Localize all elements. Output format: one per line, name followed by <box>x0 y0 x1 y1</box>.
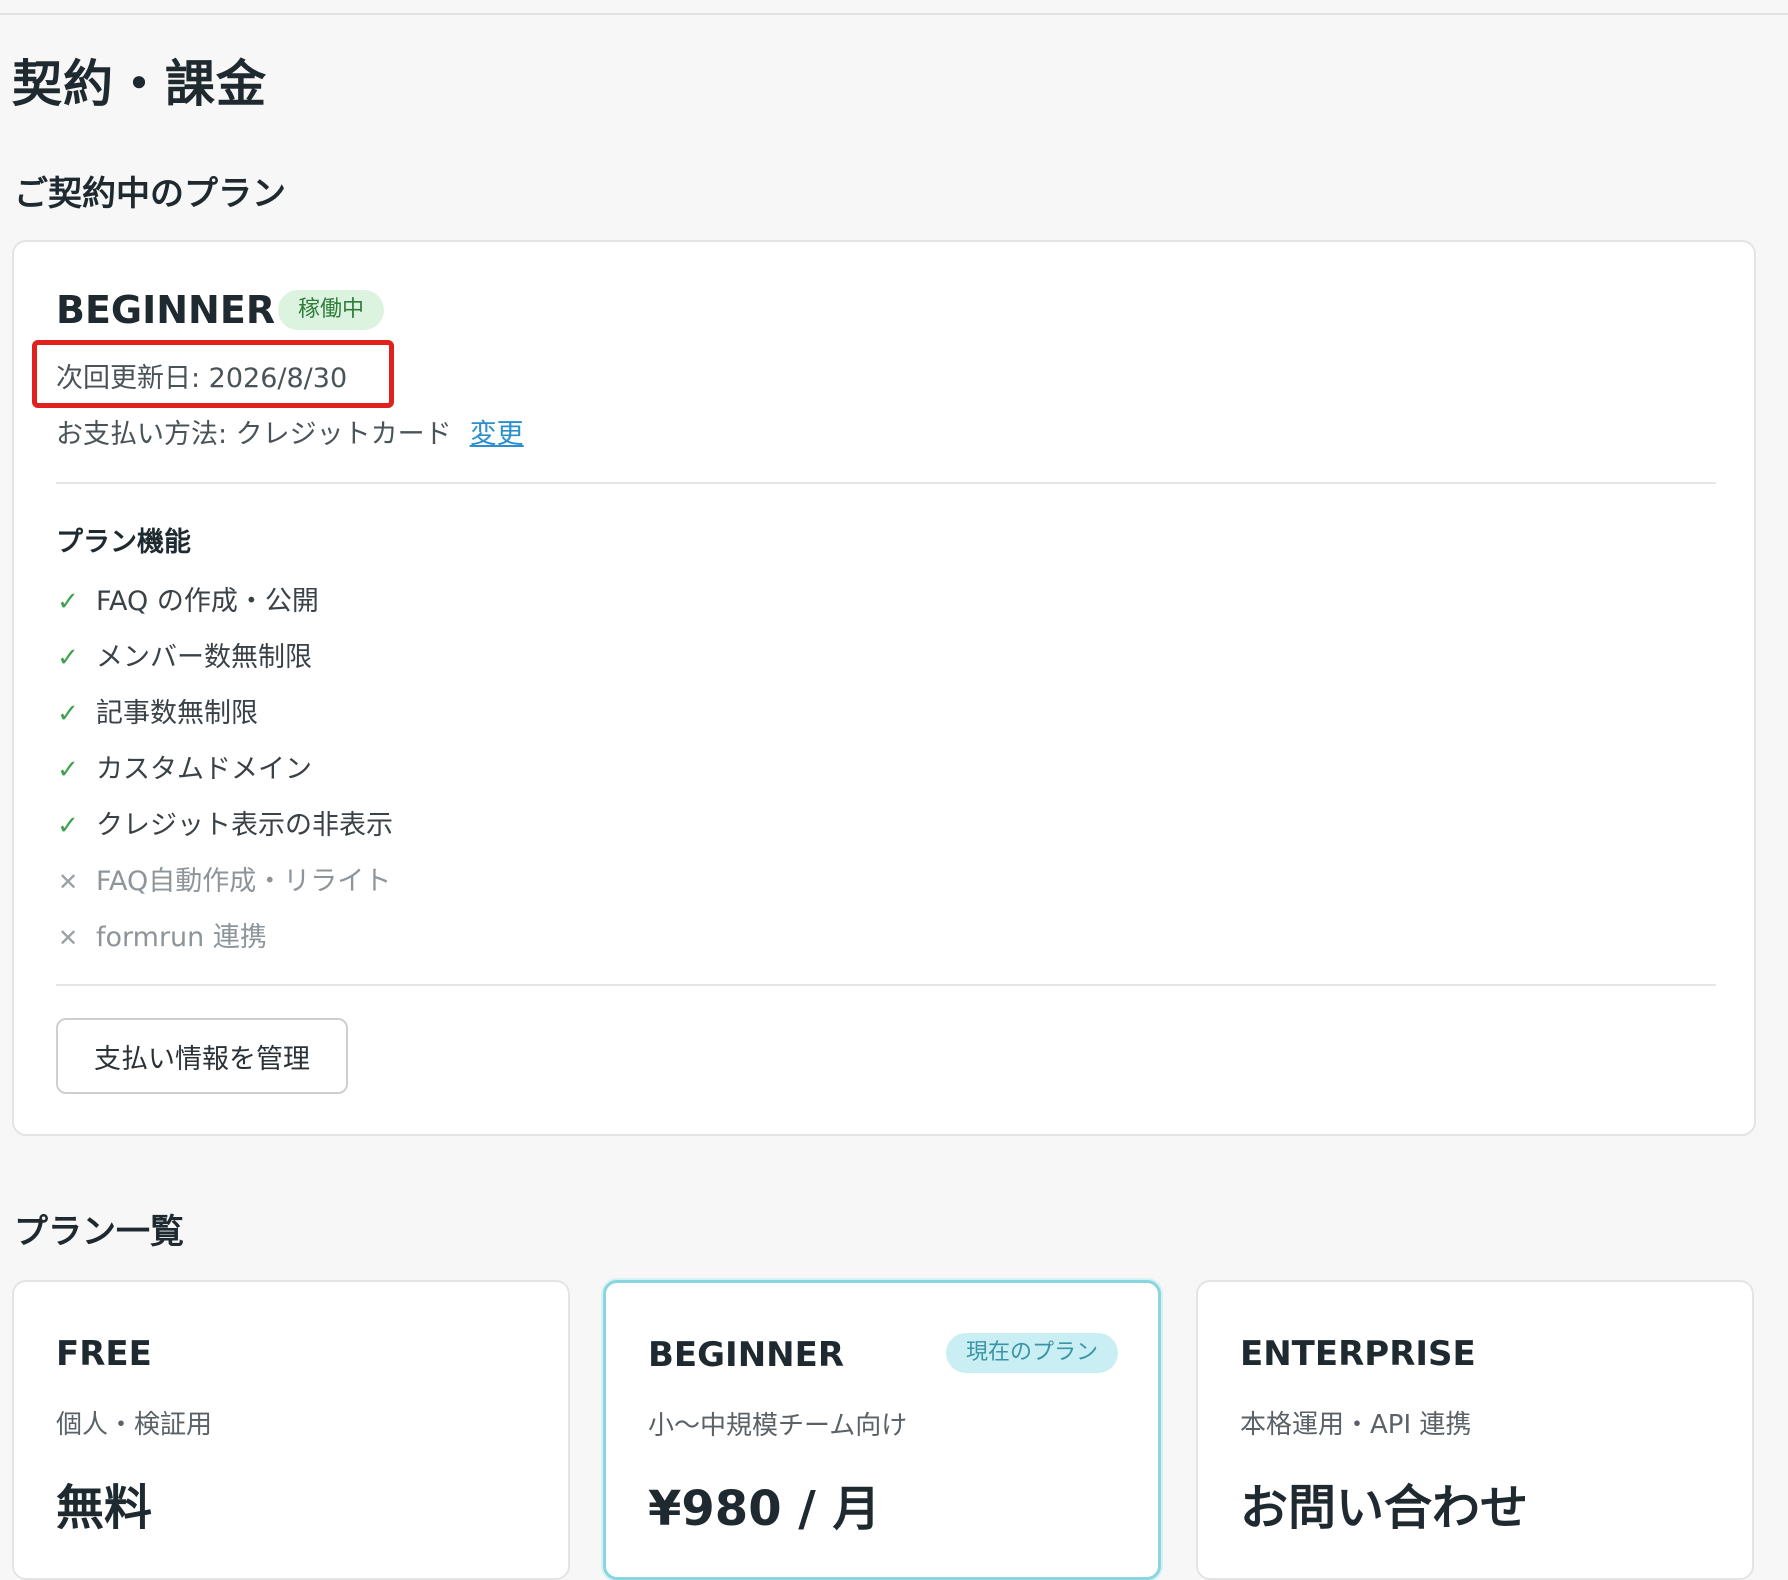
current-plan-heading: ご契約中のプラン <box>14 174 286 214</box>
feature-label: FAQ の作成・公開 <box>96 585 319 617</box>
divider <box>56 984 1716 986</box>
divider <box>56 482 1716 484</box>
plan-card-price: ¥980 / 月 <box>648 1481 881 1537</box>
check-icon: ✓ <box>57 811 79 841</box>
current-plan-name: BEGINNER <box>56 288 276 332</box>
feature-item: ✓ メンバー数無制限 <box>56 626 393 682</box>
plan-card-name: FREE <box>56 1334 152 1374</box>
cross-icon: ✕ <box>57 924 79 952</box>
current-plan-card: BEGINNER 稼働中 次回更新日: 2026/8/30 お支払い方法: クレ… <box>12 240 1756 1136</box>
next-renewal-date: 次回更新日: 2026/8/30 <box>56 363 348 394</box>
top-divider <box>0 13 1788 15</box>
feature-label: カスタムドメイン <box>96 753 312 785</box>
plan-card-beginner[interactable]: BEGINNER 現在のプラン 小〜中規模チーム向け ¥980 / 月 <box>603 1280 1161 1580</box>
plan-card-price: 無料 <box>56 1480 153 1536</box>
feature-item: ✓ クレジット表示の非表示 <box>56 794 393 850</box>
payment-method-row: お支払い方法: クレジットカード 変更 <box>56 412 524 451</box>
page-title: 契約・課金 <box>12 55 267 113</box>
check-icon: ✓ <box>57 699 79 729</box>
plan-card-description: 本格運用・API 連携 <box>1240 1410 1472 1440</box>
feature-item: ✓ カスタムドメイン <box>56 738 393 794</box>
plan-list-heading: プラン一覧 <box>14 1212 184 1252</box>
payment-method-text: お支払い方法: クレジットカード <box>56 419 452 450</box>
feature-label: formrun 連携 <box>96 921 267 953</box>
check-icon: ✓ <box>57 643 79 673</box>
plan-card-enterprise[interactable]: ENTERPRISE 本格運用・API 連携 お問い合わせ <box>1196 1280 1754 1580</box>
plan-card-description: 小〜中規模チーム向け <box>648 1411 908 1441</box>
check-icon: ✓ <box>57 755 79 785</box>
plan-card-name: ENTERPRISE <box>1240 1334 1476 1374</box>
feature-list: ✓ FAQ の作成・公開 ✓ メンバー数無制限 ✓ 記事数無制限 ✓ カスタムド… <box>56 570 393 962</box>
feature-item: ✓ FAQ の作成・公開 <box>56 570 393 626</box>
cross-icon: ✕ <box>57 868 79 896</box>
plan-card-price: お問い合わせ <box>1240 1480 1529 1536</box>
status-badge: 稼働中 <box>278 290 385 330</box>
change-payment-link[interactable]: 変更 <box>470 419 524 450</box>
feature-label: クレジット表示の非表示 <box>96 809 393 841</box>
plan-card-description: 個人・検証用 <box>56 1410 213 1440</box>
current-plan-badge: 現在のプラン <box>945 1333 1118 1373</box>
feature-item: ✓ 記事数無制限 <box>56 682 393 738</box>
feature-item-disabled: ✕ formrun 連携 <box>56 906 393 962</box>
manage-payment-button[interactable]: 支払い情報を管理 <box>56 1018 348 1094</box>
feature-label: メンバー数無制限 <box>96 641 312 673</box>
plan-card-name: BEGINNER <box>648 1335 845 1375</box>
plan-features-heading: プラン機能 <box>56 527 191 558</box>
feature-label: 記事数無制限 <box>96 697 258 729</box>
feature-label: FAQ自動作成・リライト <box>96 865 392 897</box>
plan-card-free[interactable]: FREE 個人・検証用 無料 <box>12 1280 570 1580</box>
check-icon: ✓ <box>57 587 79 617</box>
feature-item-disabled: ✕ FAQ自動作成・リライト <box>56 850 393 906</box>
